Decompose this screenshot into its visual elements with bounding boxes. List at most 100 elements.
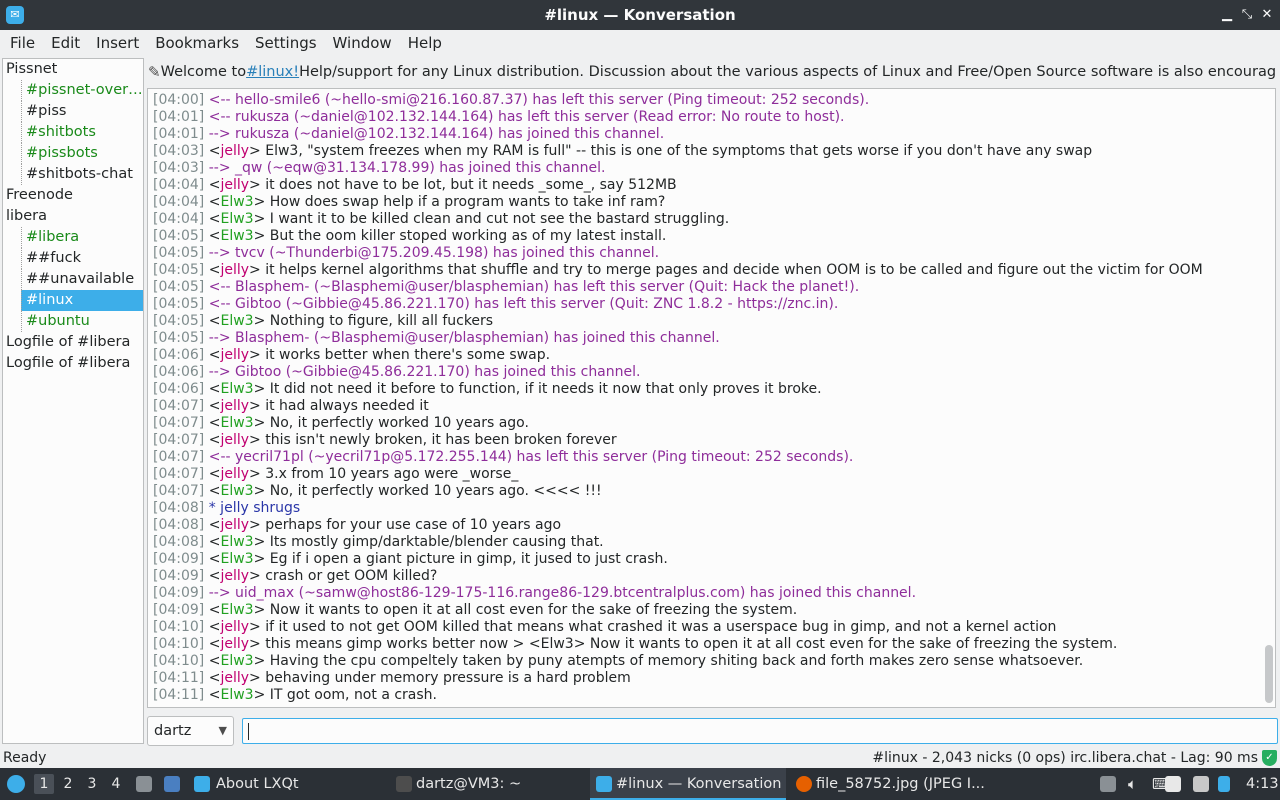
task-about-lxqt[interactable]: About LXQt bbox=[190, 768, 386, 800]
timestamp: [04:03] bbox=[153, 160, 205, 176]
tree-channel-item[interactable]: #libera bbox=[21, 227, 143, 248]
scrollbar-thumb[interactable] bbox=[1265, 645, 1273, 703]
task-firefox[interactable]: file_58752.jpg (JPEG I... bbox=[790, 768, 990, 800]
menu-insert[interactable]: Insert bbox=[88, 30, 147, 56]
tree-server-item[interactable]: libera bbox=[3, 206, 143, 227]
message-text: it helps kernel algorithms that shuffle … bbox=[260, 262, 1203, 278]
nickname[interactable]: jelly bbox=[220, 398, 249, 414]
topic-channel-link[interactable]: #linux! bbox=[246, 64, 299, 80]
title-bar: ✉ #linux — Konversation ▁ ⤡ ✕ bbox=[0, 0, 1280, 30]
clock[interactable]: 4:13 bbox=[1246, 768, 1279, 800]
notes-icon[interactable] bbox=[1165, 776, 1181, 792]
nickname[interactable]: Elw3 bbox=[220, 483, 253, 499]
tree-channel-item[interactable]: #shitbots bbox=[21, 122, 143, 143]
message-text: <-- rukusza (~daniel@102.132.144.164) ha… bbox=[208, 109, 845, 125]
nickname[interactable]: Elw3 bbox=[220, 551, 253, 567]
tree-server-item[interactable]: Logfile of #libera bbox=[3, 353, 143, 374]
timestamp: [04:07] bbox=[153, 432, 205, 448]
show-desktop-icon[interactable] bbox=[136, 776, 152, 792]
message-text: --> Blasphem- (~Blasphemi@user/blasphemi… bbox=[208, 330, 720, 346]
timestamp: [04:05] bbox=[153, 296, 205, 312]
nickname[interactable]: jelly bbox=[220, 262, 249, 278]
edit-topic-icon[interactable]: ✎ bbox=[148, 63, 161, 81]
nickname[interactable]: jelly bbox=[220, 466, 249, 482]
status-right: #linux - 2,043 nicks (0 ops) irc.libera.… bbox=[872, 750, 1258, 766]
tree-channel-item[interactable]: #pissnet-overview bbox=[21, 80, 143, 101]
chat-scrollbar[interactable] bbox=[1263, 91, 1273, 703]
timestamp: [04:05] bbox=[153, 279, 205, 295]
task-terminal[interactable]: dartz@VM3: ~ bbox=[390, 768, 586, 800]
tree-server-item[interactable]: Freenode bbox=[3, 185, 143, 206]
file-manager-icon[interactable] bbox=[164, 776, 180, 792]
tree-channel-item[interactable]: #linux bbox=[21, 290, 143, 311]
nickname[interactable]: Elw3 bbox=[220, 381, 253, 397]
task-label: About LXQt bbox=[216, 776, 299, 792]
desktop-2[interactable]: 2 bbox=[58, 774, 78, 794]
nickname[interactable]: jelly bbox=[220, 432, 249, 448]
tree-server-item[interactable]: Pissnet bbox=[3, 59, 143, 80]
menu-help[interactable]: Help bbox=[400, 30, 450, 56]
timestamp: [04:10] bbox=[153, 653, 205, 669]
nickname[interactable]: Elw3 bbox=[220, 534, 253, 550]
nickname[interactable]: jelly bbox=[220, 670, 249, 686]
message-text: it does not have to be lot, but it needs… bbox=[260, 177, 677, 193]
timestamp: [04:11] bbox=[153, 687, 205, 703]
tree-channel-item[interactable]: #ubuntu bbox=[21, 311, 143, 332]
nickname[interactable]: Elw3 bbox=[220, 313, 253, 329]
timestamp: [04:11] bbox=[153, 670, 205, 686]
tree-server-item[interactable]: Logfile of #libera bbox=[3, 332, 143, 353]
chat-lines: [04:00] <-- hello-smile6 (~hello-smi@216… bbox=[153, 92, 1253, 704]
nickname[interactable]: Elw3 bbox=[220, 194, 253, 210]
tree-channel-item[interactable]: #pissbots bbox=[21, 143, 143, 164]
menu-edit[interactable]: Edit bbox=[43, 30, 88, 56]
chat-line: [04:09] --> uid_max (~samw@host86-129-17… bbox=[153, 585, 1253, 602]
menu-window[interactable]: Window bbox=[325, 30, 400, 56]
chat-line: [04:07] <-- yecril71pl (~yecril71p@5.172… bbox=[153, 449, 1253, 466]
message-text: perhaps for your use case of 10 years ag… bbox=[260, 517, 562, 533]
nickname[interactable]: jelly bbox=[220, 177, 249, 193]
maximize-icon[interactable]: ⤡ bbox=[1238, 5, 1256, 25]
ssl-shield-icon[interactable]: ✓ bbox=[1262, 750, 1277, 766]
network-icon[interactable] bbox=[1193, 776, 1209, 792]
volume-icon[interactable]: 🔈︎ bbox=[1128, 768, 1137, 800]
timestamp: [04:04] bbox=[153, 194, 205, 210]
message-text: --> uid_max (~samw@host86-129-175-116.ra… bbox=[208, 585, 917, 601]
minimize-icon[interactable]: ▁ bbox=[1218, 5, 1236, 25]
tree-channel-item[interactable]: #piss bbox=[21, 101, 143, 122]
message-input[interactable] bbox=[242, 718, 1278, 744]
nickname[interactable]: jelly bbox=[220, 347, 249, 363]
start-menu-icon[interactable] bbox=[7, 775, 25, 793]
nickname[interactable]: Elw3 bbox=[220, 415, 253, 431]
menu-bookmarks[interactable]: Bookmarks bbox=[147, 30, 247, 56]
message-text: <-- yecril71pl (~yecril71p@5.172.255.144… bbox=[208, 449, 854, 465]
chat-view[interactable]: [04:00] <-- hello-smile6 (~hello-smi@216… bbox=[147, 88, 1276, 708]
menu-settings[interactable]: Settings bbox=[247, 30, 325, 56]
nickname[interactable]: jelly bbox=[220, 143, 249, 159]
task-konversation[interactable]: #linux — Konversation bbox=[590, 768, 786, 800]
timestamp: [04:08] bbox=[153, 534, 205, 550]
nickname-selector[interactable]: dartz ▼ bbox=[147, 716, 234, 746]
nickname[interactable]: jelly bbox=[220, 568, 249, 584]
update-icon[interactable] bbox=[1218, 776, 1230, 792]
desktop-4[interactable]: 4 bbox=[106, 774, 126, 794]
nickname[interactable]: jelly bbox=[220, 636, 249, 652]
nickname[interactable]: Elw3 bbox=[220, 687, 253, 703]
nickname[interactable]: Elw3 bbox=[220, 228, 253, 244]
tree-channel-item[interactable]: ##unavailable bbox=[21, 269, 143, 290]
nickname[interactable]: Elw3 bbox=[220, 653, 253, 669]
message-text: <-- Gibtoo (~Gibbie@45.86.221.170) has l… bbox=[208, 296, 839, 312]
clipboard-icon[interactable] bbox=[1100, 776, 1116, 792]
nickname[interactable]: Elw3 bbox=[220, 211, 253, 227]
message-text: It did not need it before to function, i… bbox=[265, 381, 822, 397]
menu-file[interactable]: File bbox=[2, 30, 43, 56]
tree-channel-item[interactable]: ##fuck bbox=[21, 248, 143, 269]
nickname[interactable]: jelly bbox=[220, 619, 249, 635]
nickname[interactable]: Elw3 bbox=[220, 602, 253, 618]
timestamp: [04:07] bbox=[153, 415, 205, 431]
timestamp: [04:06] bbox=[153, 347, 205, 363]
close-icon[interactable]: ✕ bbox=[1258, 5, 1276, 25]
desktop-3[interactable]: 3 bbox=[82, 774, 102, 794]
nickname[interactable]: jelly bbox=[220, 517, 249, 533]
tree-channel-item[interactable]: #shitbots-chat bbox=[21, 164, 143, 185]
desktop-1[interactable]: 1 bbox=[34, 774, 54, 794]
